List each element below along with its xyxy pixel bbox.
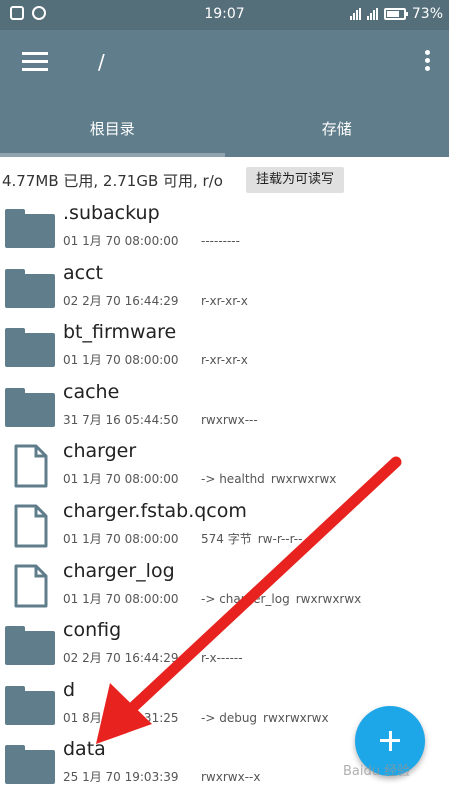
folder-icon: [5, 742, 57, 786]
file-meta: 01 1月 70 08:00:00 ---------: [63, 232, 240, 249]
watermark: Baidu 经验: [343, 764, 411, 779]
file-name: .subackup: [63, 202, 160, 224]
signal-icon: [349, 8, 361, 20]
file-permissions: r-xr-xr-x: [201, 353, 248, 368]
file-date: 02 2月 70 16:44:29: [63, 293, 179, 308]
file-date: 25 1月 70 19:03:39: [63, 770, 179, 785]
file-name: bt_firmware: [63, 321, 177, 344]
file-list-item[interactable]: cache 31 7月 16 05:44:50 rwxrwx---: [0, 377, 449, 437]
file-date: 02 2月 70 16:44:29: [63, 651, 179, 666]
file-icon: [5, 564, 57, 608]
file-name: cache: [63, 380, 120, 403]
file-name: d: [63, 678, 76, 701]
file-meta: 02 2月 70 16:44:29 r-xr-xr-x: [63, 292, 248, 309]
file-name: data: [63, 738, 106, 761]
folder-icon: [5, 683, 57, 727]
file-list-item[interactable]: config 02 2月 70 16:44:29 r-x------: [0, 615, 449, 675]
file-permissions: r-x------: [201, 651, 243, 666]
file-permissions: r-xr-xr-x: [201, 293, 248, 308]
file-date: 31 7月 16 05:44:50: [63, 412, 179, 427]
file-list: .subackup 01 1月 70 08:00:00 --------- acct 0…: [0, 198, 449, 794]
tab-storage[interactable]: 存储: [225, 94, 449, 157]
file-date: 01 1月 70 08:00:00: [63, 234, 179, 248]
file-list-item[interactable]: charger.fstab.qcom 01 1月 70 08:00:00 574 字…: [0, 496, 449, 556]
folder-icon: [5, 266, 57, 310]
status-right-icons: 73%: [349, 6, 443, 22]
file-meta: 02 2月 70 16:44:29 r-x------: [63, 649, 243, 666]
tab-root[interactable]: 根目录: [0, 94, 225, 157]
storage-info-row: 4.77MB 已用, 2.71GB 可用, r/o 挂载为可读写: [0, 162, 449, 196]
tab-bar: 根目录 存储: [0, 94, 449, 157]
file-permissions: rwxrwxrwx: [295, 591, 362, 606]
file-permissions: rwxrwx--x: [201, 770, 261, 785]
file-icon: [5, 444, 57, 488]
current-path: /: [98, 50, 105, 74]
file-meta: 01 1月 70 08:00:00 -> charger_log rwxrwxrwx: [63, 590, 361, 607]
file-name: config: [63, 619, 122, 642]
file-name: charger.fstab.qcom: [63, 499, 247, 522]
file-date: 01 1月 70 08:00:00: [63, 591, 179, 606]
folder-icon: [5, 325, 57, 369]
file-date: 01 1月 70 08:00:00: [63, 472, 179, 487]
file-list-item[interactable]: .subackup 01 1月 70 08:00:00 ---------: [0, 198, 449, 258]
file-list-item[interactable]: acct 02 2月 70 16:44:29 r-xr-xr-x: [0, 258, 449, 318]
file-meta: 31 7月 16 05:44:50 rwxrwx---: [63, 411, 258, 428]
file-meta: 25 1月 70 19:03:39 rwxrwx--x: [63, 768, 260, 785]
mount-rw-button[interactable]: 挂载为可读写: [246, 167, 345, 193]
file-permissions: rw-r--r--: [257, 531, 303, 546]
folder-icon: [5, 385, 57, 429]
file-meta: 01 1月 70 08:00:00 574 字节 rw-r--r--: [63, 530, 302, 547]
battery-percent: 73%: [411, 6, 443, 22]
storage-usage-text: 4.77MB 已用, 2.71GB 可用, r/o: [2, 172, 223, 190]
signal-icon-2: [366, 8, 378, 20]
file-list-item[interactable]: bt_firmware 01 1月 70 08:00:00 r-xr-xr-x: [0, 317, 449, 377]
file-list-item[interactable]: charger 01 1月 70 08:00:00 -> healthd rwxrwx…: [0, 436, 449, 496]
file-meta: 01 1月 70 08:00:00 r-xr-xr-x: [63, 351, 248, 368]
file-permissions: rwxrwxrwx: [270, 472, 337, 487]
file-list-item[interactable]: charger_log 01 1月 70 08:00:00 -> charger_l…: [0, 556, 449, 616]
app-bar: /: [0, 30, 449, 94]
file-extra: -> debug: [201, 710, 258, 725]
file-permissions: rwxrwxrwx: [263, 710, 329, 725]
file-extra: -> charger_log: [201, 591, 290, 606]
file-name: charger_log: [63, 559, 175, 582]
hamburger-menu-icon[interactable]: [22, 52, 48, 72]
folder-icon: [5, 623, 57, 667]
battery-icon: [383, 8, 408, 20]
file-extra: 574 字节: [201, 531, 252, 546]
status-bar: 19:07 73%: [0, 0, 449, 30]
file-icon: [5, 504, 57, 548]
file-meta: 01 1月 70 08:00:00 -> healthd rwxrwxrwx: [63, 470, 336, 487]
folder-icon: [5, 206, 57, 250]
file-extra: -> healthd: [201, 472, 265, 487]
file-date: 01 8月 70 17:31:25: [63, 710, 179, 725]
file-permissions: rwxrwx---: [201, 412, 258, 427]
file-name: acct: [63, 261, 103, 284]
file-meta: 01 8月 70 17:31:25 -> debug rwxrwxrwx: [63, 709, 329, 726]
file-date: 01 1月 70 08:00:00: [63, 353, 179, 368]
file-name: charger: [63, 440, 137, 463]
file-permissions: ---------: [201, 234, 240, 248]
file-date: 01 1月 70 08:00:00: [63, 531, 179, 546]
more-vert-icon[interactable]: [423, 50, 431, 74]
